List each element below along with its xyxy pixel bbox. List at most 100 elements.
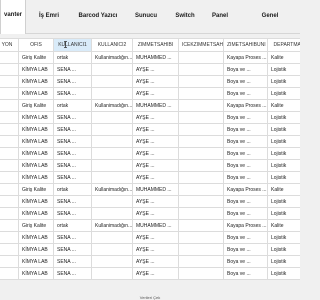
fetch-data-label[interactable]: Verileri Çek bbox=[0, 295, 300, 300]
table-cell[interactable] bbox=[178, 231, 224, 244]
table-cell[interactable]: Giriş Kalite bbox=[18, 51, 54, 64]
table-cell[interactable] bbox=[178, 123, 224, 136]
table-row[interactable]: Giriş Kalite ortak Kullanimadığın... MUHAMM… bbox=[0, 51, 300, 64]
table-cell[interactable]: SENA ... bbox=[53, 159, 92, 172]
table-cell[interactable]: Lojistik bbox=[267, 75, 300, 88]
table-cell[interactable] bbox=[91, 267, 133, 280]
table-cell[interactable]: Kullanimadığın... bbox=[91, 51, 133, 64]
table-cell[interactable]: Kalite bbox=[267, 183, 300, 196]
tab-5[interactable]: Switch bbox=[170, 0, 200, 33]
table-cell[interactable]: SENA ... bbox=[53, 195, 92, 208]
table-cell[interactable]: AYŞE ... bbox=[132, 87, 179, 100]
table-row[interactable]: KİMYA LABSENA ... AYŞE ... Boya ve ...Loji… bbox=[0, 87, 300, 100]
table-cell[interactable] bbox=[91, 243, 133, 256]
table-cell[interactable] bbox=[178, 267, 224, 280]
table-cell[interactable]: SENA ... bbox=[53, 75, 92, 88]
table-row[interactable]: KİMYA LABSENA ... AYŞE ... Boya ve ...Loji… bbox=[0, 231, 300, 244]
table-cell[interactable]: Kalite bbox=[267, 51, 300, 64]
table-cell[interactable]: Kayapa Proses ... bbox=[223, 51, 268, 64]
tab-3[interactable]: Barcod Yazıcı bbox=[74, 0, 122, 33]
table-cell[interactable]: Giriş Kalite bbox=[18, 99, 54, 112]
column-header[interactable]: ICEKZIMMETSAH bbox=[178, 38, 224, 52]
table-cell[interactable] bbox=[0, 147, 19, 160]
table-cell[interactable]: Lojistik bbox=[267, 135, 300, 148]
table-cell[interactable]: SENA ... bbox=[53, 243, 92, 256]
column-header[interactable]: ZIMMETSAHIBI bbox=[132, 38, 179, 52]
tab-1[interactable]: vanter bbox=[0, 0, 26, 34]
table-cell[interactable] bbox=[91, 147, 133, 160]
table-cell[interactable]: Lojistik bbox=[267, 255, 300, 268]
table-cell[interactable] bbox=[0, 135, 19, 148]
table-row[interactable]: Giriş Kalite ortak Kullanimadığın... MUHAMM… bbox=[0, 99, 300, 112]
table-row[interactable]: KİMYA LABSENA ... AYŞE ... Boya ve ...Loji… bbox=[0, 123, 300, 136]
table-cell[interactable]: Lojistik bbox=[267, 195, 300, 208]
table-cell[interactable] bbox=[0, 267, 19, 280]
table-cell[interactable]: Boya ve ... bbox=[223, 267, 268, 280]
table-cell[interactable]: Lojistik bbox=[267, 111, 300, 124]
table-cell[interactable]: ortak bbox=[53, 99, 92, 112]
table-cell[interactable] bbox=[91, 231, 133, 244]
tab-2[interactable]: İş Emri bbox=[24, 0, 74, 33]
table-cell[interactable]: MUHAMMED ... bbox=[132, 99, 179, 112]
table-cell[interactable] bbox=[0, 255, 19, 268]
table-cell[interactable]: SENA ... bbox=[53, 171, 92, 184]
column-header[interactable]: ZIMETSAHIBUNI bbox=[223, 38, 268, 52]
table-cell[interactable]: Kayapa Proses ... bbox=[223, 183, 268, 196]
table-cell[interactable] bbox=[0, 75, 19, 88]
table-cell[interactable]: Boya ve ... bbox=[223, 63, 268, 76]
table-cell[interactable]: KİMYA LAB bbox=[18, 123, 54, 136]
table-cell[interactable]: SENA ... bbox=[53, 267, 92, 280]
table-cell[interactable]: Kullanimadığın... bbox=[91, 99, 133, 112]
table-cell[interactable] bbox=[178, 195, 224, 208]
tab-6[interactable]: Panel bbox=[200, 0, 240, 33]
table-cell[interactable]: SENA ... bbox=[53, 207, 92, 220]
table-cell[interactable]: AYŞE ... bbox=[132, 75, 179, 88]
tab-4[interactable]: Sunucu bbox=[122, 0, 170, 33]
table-cell[interactable] bbox=[91, 75, 133, 88]
table-cell[interactable] bbox=[91, 123, 133, 136]
table-cell[interactable]: Kayapa Proses ... bbox=[223, 99, 268, 112]
table-cell[interactable]: Boya ve ... bbox=[223, 111, 268, 124]
table-cell[interactable]: KİMYA LAB bbox=[18, 111, 54, 124]
table-cell[interactable]: SENA ... bbox=[53, 123, 92, 136]
table-cell[interactable]: Kalite bbox=[267, 99, 300, 112]
table-cell[interactable] bbox=[91, 171, 133, 184]
table-cell[interactable]: Lojistik bbox=[267, 159, 300, 172]
table-cell[interactable]: Boya ve ... bbox=[223, 171, 268, 184]
table-cell[interactable]: Boya ve ... bbox=[223, 231, 268, 244]
table-cell[interactable]: Boya ve ... bbox=[223, 207, 268, 220]
table-cell[interactable]: AYŞE ... bbox=[132, 171, 179, 184]
table-cell[interactable] bbox=[91, 255, 133, 268]
inventory-grid[interactable]: YON OFIS KULLANICI1 KULLANICI2 ZIMMETSAHIBI I… bbox=[0, 38, 300, 280]
table-row[interactable]: Giriş Kalite ortak Kullanimadığın... MUHAMM… bbox=[0, 183, 300, 196]
table-cell[interactable]: Kullanimadığın... bbox=[91, 183, 133, 196]
table-cell[interactable] bbox=[91, 135, 133, 148]
table-cell[interactable] bbox=[0, 159, 19, 172]
table-cell[interactable]: Lojistik bbox=[267, 123, 300, 136]
table-cell[interactable]: SENA ... bbox=[53, 111, 92, 124]
table-cell[interactable] bbox=[178, 99, 224, 112]
table-cell[interactable]: Kayapa Proses ... bbox=[223, 219, 268, 232]
table-cell[interactable]: AYŞE ... bbox=[132, 207, 179, 220]
table-cell[interactable]: KİMYA LAB bbox=[18, 255, 54, 268]
table-cell[interactable]: Lojistik bbox=[267, 243, 300, 256]
column-header[interactable]: KULLANICI2 bbox=[91, 38, 133, 52]
table-cell[interactable]: SENA ... bbox=[53, 135, 92, 148]
table-cell[interactable]: AYŞE ... bbox=[132, 135, 179, 148]
table-cell[interactable] bbox=[91, 87, 133, 100]
table-cell[interactable]: KİMYA LAB bbox=[18, 159, 54, 172]
table-cell[interactable] bbox=[0, 171, 19, 184]
table-cell[interactable] bbox=[0, 183, 19, 196]
table-cell[interactable] bbox=[0, 87, 19, 100]
table-cell[interactable] bbox=[91, 63, 133, 76]
table-cell[interactable]: AYŞE ... bbox=[132, 159, 179, 172]
table-cell[interactable]: SENA ... bbox=[53, 255, 92, 268]
table-row[interactable]: KİMYA LABSENA ... AYŞE ... Boya ve ...Loji… bbox=[0, 243, 300, 256]
table-cell[interactable]: KİMYA LAB bbox=[18, 243, 54, 256]
table-cell[interactable]: KİMYA LAB bbox=[18, 147, 54, 160]
table-cell[interactable]: Boya ve ... bbox=[223, 75, 268, 88]
table-cell[interactable]: SENA ... bbox=[53, 87, 92, 100]
table-cell[interactable]: Boya ve ... bbox=[223, 243, 268, 256]
table-cell[interactable]: KİMYA LAB bbox=[18, 207, 54, 220]
table-cell[interactable] bbox=[178, 75, 224, 88]
